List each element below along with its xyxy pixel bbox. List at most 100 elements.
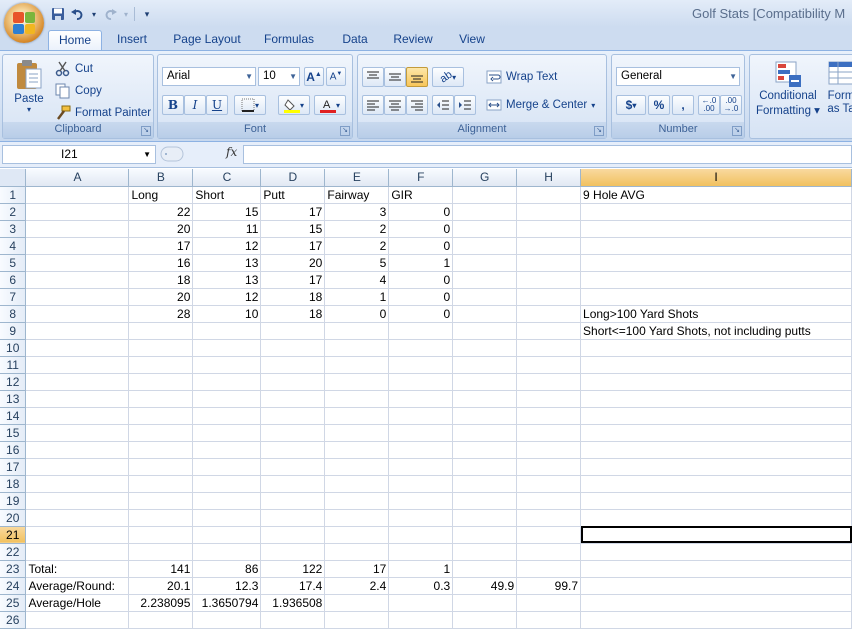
cell-g4[interactable]	[452, 237, 518, 255]
cell-h7[interactable]	[516, 288, 582, 306]
cell-b16[interactable]	[128, 441, 194, 459]
cell-e14[interactable]	[324, 407, 390, 425]
cell-a21[interactable]	[25, 526, 130, 544]
cell-i15[interactable]	[580, 424, 852, 442]
cell-i9[interactable]: Short<=100 Yard Shots, not including put…	[580, 322, 852, 340]
cell-a13[interactable]	[25, 390, 130, 408]
select-all-corner[interactable]	[0, 169, 27, 187]
cell-e15[interactable]	[324, 424, 390, 442]
cell-d19[interactable]	[260, 492, 326, 510]
tab-page-layout[interactable]: Page Layout	[168, 30, 246, 51]
cell-b15[interactable]	[128, 424, 194, 442]
row-header[interactable]: 17	[0, 458, 27, 476]
cell-e10[interactable]	[324, 339, 390, 357]
decrease-decimal-button[interactable]: .00 →.0	[720, 95, 742, 115]
cell-h20[interactable]	[516, 509, 582, 527]
align-center-button[interactable]	[384, 95, 406, 115]
cell-d24[interactable]: 17.4	[260, 577, 326, 595]
cell-e8[interactable]: 0	[324, 305, 390, 323]
cell-h24[interactable]: 99.7	[516, 577, 582, 595]
cell-g14[interactable]	[452, 407, 518, 425]
cell-a10[interactable]	[25, 339, 130, 357]
cell-g12[interactable]	[452, 373, 518, 391]
cell-d17[interactable]	[260, 458, 326, 476]
cell-a20[interactable]	[25, 509, 130, 527]
cell-g24[interactable]: 49.9	[452, 577, 518, 595]
formula-bar-handle-icon[interactable]	[160, 145, 184, 163]
cell-d21[interactable]	[260, 526, 326, 544]
cell-i23[interactable]	[580, 560, 852, 578]
row-header[interactable]: 15	[0, 424, 27, 442]
customize-arrow-icon[interactable]: ▾	[139, 6, 155, 22]
cell-c16[interactable]	[192, 441, 262, 459]
cell-h2[interactable]	[516, 203, 582, 221]
conditional-formatting-button[interactable]: Conditional Formatting ▾	[756, 59, 820, 117]
cell-f7[interactable]: 0	[388, 288, 454, 306]
cell-c22[interactable]	[192, 543, 262, 561]
row-header[interactable]: 21	[0, 526, 27, 544]
cell-b12[interactable]	[128, 373, 194, 391]
cell-i21[interactable]	[580, 526, 852, 544]
tab-view[interactable]: View	[452, 30, 492, 51]
cell-i19[interactable]	[580, 492, 852, 510]
cell-c3[interactable]: 11	[192, 220, 262, 238]
cell-b24[interactable]: 20.1	[128, 577, 194, 595]
cell-a19[interactable]	[25, 492, 130, 510]
cell-b9[interactable]	[128, 322, 194, 340]
cell-d9[interactable]	[260, 322, 326, 340]
cell-b20[interactable]	[128, 509, 194, 527]
cell-c12[interactable]	[192, 373, 262, 391]
cell-f6[interactable]: 0	[388, 271, 454, 289]
cell-f19[interactable]	[388, 492, 454, 510]
row-header[interactable]: 3	[0, 220, 27, 238]
cell-g2[interactable]	[452, 203, 518, 221]
cell-a17[interactable]	[25, 458, 130, 476]
cell-a23[interactable]: Total:	[25, 560, 130, 578]
cell-d25[interactable]: 1.936508	[260, 594, 326, 612]
cell-g3[interactable]	[452, 220, 518, 238]
cell-f26[interactable]	[388, 611, 454, 629]
cell-h4[interactable]	[516, 237, 582, 255]
cell-g20[interactable]	[452, 509, 518, 527]
cell-g5[interactable]	[452, 254, 518, 272]
cell-b26[interactable]	[128, 611, 194, 629]
row-header[interactable]: 8	[0, 305, 27, 323]
copy-button[interactable]: Copy	[55, 83, 102, 99]
cell-e19[interactable]	[324, 492, 390, 510]
cell-f5[interactable]: 1	[388, 254, 454, 272]
comma-style-button[interactable]: ,	[672, 95, 694, 115]
cell-c18[interactable]	[192, 475, 262, 493]
align-top-button[interactable]	[362, 67, 384, 87]
cell-b14[interactable]	[128, 407, 194, 425]
row-header[interactable]: 12	[0, 373, 27, 391]
cell-c4[interactable]: 12	[192, 237, 262, 255]
decrease-indent-button[interactable]	[432, 95, 454, 115]
fill-color-button[interactable]: ▾	[278, 95, 310, 115]
wrap-text-button[interactable]: Wrap Text	[486, 69, 557, 85]
underline-button[interactable]: U	[206, 95, 228, 115]
cell-d3[interactable]: 15	[260, 220, 326, 238]
orientation-button[interactable]: ab ▾	[432, 67, 464, 87]
column-header-c[interactable]: C	[192, 169, 262, 187]
cell-g21[interactable]	[452, 526, 518, 544]
cell-e12[interactable]	[324, 373, 390, 391]
cell-g1[interactable]	[452, 186, 518, 204]
cell-i2[interactable]	[580, 203, 852, 221]
cell-b18[interactable]	[128, 475, 194, 493]
cell-i17[interactable]	[580, 458, 852, 476]
cell-b21[interactable]	[128, 526, 194, 544]
cell-g16[interactable]	[452, 441, 518, 459]
cell-i7[interactable]	[580, 288, 852, 306]
cell-g11[interactable]	[452, 356, 518, 374]
cell-f20[interactable]	[388, 509, 454, 527]
cell-h9[interactable]	[516, 322, 582, 340]
cell-e17[interactable]	[324, 458, 390, 476]
cell-g18[interactable]	[452, 475, 518, 493]
row-header[interactable]: 24	[0, 577, 27, 595]
cell-c26[interactable]	[192, 611, 262, 629]
cell-f17[interactable]	[388, 458, 454, 476]
cell-h5[interactable]	[516, 254, 582, 272]
cell-e6[interactable]: 4	[324, 271, 390, 289]
row-header[interactable]: 23	[0, 560, 27, 578]
row-header[interactable]: 10	[0, 339, 27, 357]
